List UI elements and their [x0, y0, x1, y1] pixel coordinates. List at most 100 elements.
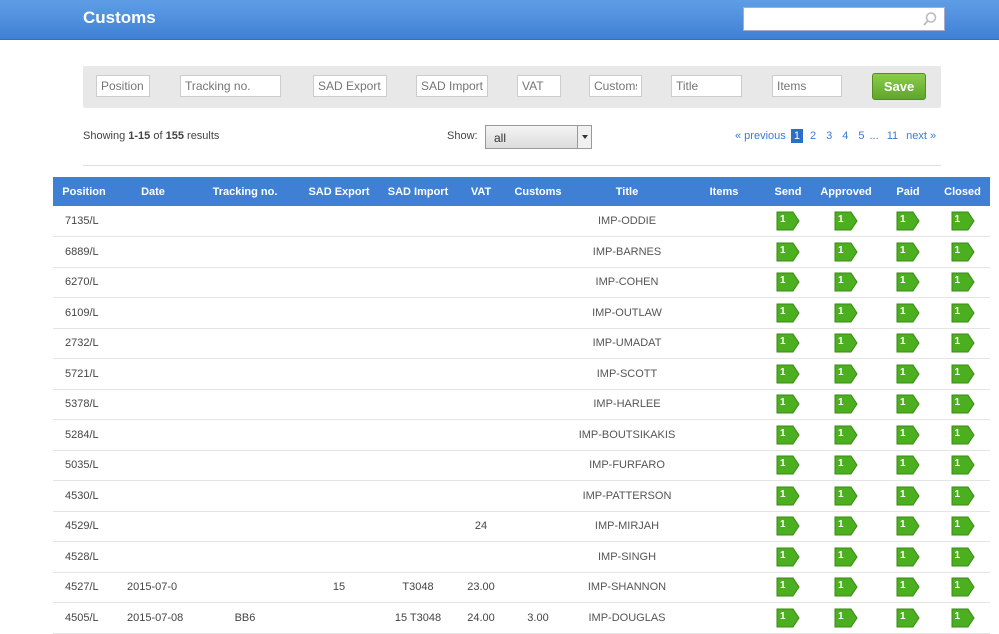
page-5[interactable]: 5	[855, 129, 867, 143]
page-3[interactable]: 3	[823, 129, 835, 143]
closed-flag-icon[interactable]: 1	[951, 394, 975, 414]
approved-flag-icon[interactable]: 1	[834, 272, 858, 292]
send-flag-icon[interactable]: 1	[776, 394, 800, 414]
paid-flag-icon[interactable]: 1	[896, 486, 920, 506]
send-flag-icon[interactable]: 1	[776, 486, 800, 506]
col-tracking[interactable]: Tracking no.	[191, 177, 299, 206]
paid-flag-icon[interactable]: 1	[896, 272, 920, 292]
pagination-next[interactable]: next »	[906, 130, 936, 142]
closed-flag-icon[interactable]: 1	[951, 577, 975, 597]
filter-sad-export[interactable]	[313, 75, 387, 97]
paid-flag-icon[interactable]: 1	[896, 577, 920, 597]
show-select[interactable]: all	[485, 125, 592, 149]
chevron-down-icon[interactable]	[577, 126, 591, 148]
filter-sad-import[interactable]	[416, 75, 488, 97]
closed-flag-icon[interactable]: 1	[951, 455, 975, 475]
filter-tracking[interactable]	[180, 75, 281, 97]
send-flag-icon[interactable]: 1	[776, 242, 800, 262]
send-flag-icon[interactable]: 1	[776, 608, 800, 628]
closed-flag-icon[interactable]: 1	[951, 303, 975, 323]
page-1[interactable]: 1	[790, 129, 803, 143]
closed-flag-icon[interactable]: 1	[951, 211, 975, 231]
col-title[interactable]: Title	[571, 177, 683, 206]
filter-items[interactable]	[772, 75, 842, 97]
approved-flag-icon[interactable]: 1	[834, 455, 858, 475]
col-customs[interactable]: Customs	[505, 177, 571, 206]
approved-flag-icon[interactable]: 1	[834, 547, 858, 567]
paid-flag-icon[interactable]: 1	[896, 547, 920, 567]
table-row[interactable]: 5284/L IMP-BOUTSIKAKIS 1 1 1 1	[53, 419, 990, 451]
table-row[interactable]: 4530/L IMP-PATTERSON 1 1 1 1	[53, 480, 990, 512]
approved-flag-icon[interactable]: 1	[834, 364, 858, 384]
table-row[interactable]: 2732/L IMP-UMADAT 1 1 1 1	[53, 328, 990, 359]
search-input[interactable]	[744, 8, 922, 30]
paid-flag-icon[interactable]: 1	[896, 455, 920, 475]
page-4[interactable]: 4	[839, 129, 851, 143]
send-flag-icon[interactable]: 1	[776, 516, 800, 536]
paid-flag-icon[interactable]: 1	[896, 516, 920, 536]
paid-flag-icon[interactable]: 1	[896, 608, 920, 628]
send-flag-icon[interactable]: 1	[776, 364, 800, 384]
pagination-previous[interactable]: « previous	[735, 130, 786, 142]
table-row[interactable]: 6270/L IMP-COHEN 1 1 1 1	[53, 267, 990, 298]
closed-flag-icon[interactable]: 1	[951, 242, 975, 262]
approved-flag-icon[interactable]: 1	[834, 425, 858, 445]
col-items[interactable]: Items	[683, 177, 765, 206]
paid-flag-icon[interactable]: 1	[896, 211, 920, 231]
approved-flag-icon[interactable]: 1	[834, 303, 858, 323]
col-sad-export[interactable]: SAD Export	[299, 177, 379, 206]
send-flag-icon[interactable]: 1	[776, 425, 800, 445]
send-flag-icon[interactable]: 1	[776, 547, 800, 567]
send-flag-icon[interactable]: 1	[776, 272, 800, 292]
closed-flag-icon[interactable]: 1	[951, 608, 975, 628]
table-row[interactable]: 6889/L IMP-BARNES 1 1 1 1	[53, 236, 990, 268]
table-row[interactable]: 4527/L 2015-07-0 15 T3048 23.00 IMP-SHANNON 1 1…	[53, 572, 990, 603]
closed-flag-icon[interactable]: 1	[951, 425, 975, 445]
col-closed[interactable]: Closed	[935, 177, 990, 206]
table-row[interactable]: 5721/L IMP-SCOTT 1 1 1 1	[53, 358, 990, 390]
table-row[interactable]: 4529/L 24 IMP-MIRJAH 1 1 1 1	[53, 511, 990, 542]
col-position[interactable]: Position	[53, 177, 115, 206]
paid-flag-icon[interactable]: 1	[896, 425, 920, 445]
paid-flag-icon[interactable]: 1	[896, 364, 920, 384]
closed-flag-icon[interactable]: 1	[951, 547, 975, 567]
table-row[interactable]: 4528/L IMP-SINGH 1 1 1 1	[53, 541, 990, 573]
approved-flag-icon[interactable]: 1	[834, 333, 858, 353]
approved-flag-icon[interactable]: 1	[834, 211, 858, 231]
send-flag-icon[interactable]: 1	[776, 211, 800, 231]
table-row[interactable]: 4505/L 2015-07-08 BB6 15 T3048 24.00 3.00 IMP-…	[53, 602, 990, 634]
paid-flag-icon[interactable]: 1	[896, 394, 920, 414]
approved-flag-icon[interactable]: 1	[834, 516, 858, 536]
approved-flag-icon[interactable]: 1	[834, 486, 858, 506]
closed-flag-icon[interactable]: 1	[951, 364, 975, 384]
col-approved[interactable]: Approved	[811, 177, 881, 206]
paid-flag-icon[interactable]: 1	[896, 303, 920, 323]
send-flag-icon[interactable]: 1	[776, 455, 800, 475]
table-row[interactable]: 5378/L IMP-HARLEE 1 1 1 1	[53, 389, 990, 420]
closed-flag-icon[interactable]: 1	[951, 333, 975, 353]
send-flag-icon[interactable]: 1	[776, 303, 800, 323]
send-flag-icon[interactable]: 1	[776, 577, 800, 597]
filter-position[interactable]	[96, 75, 150, 97]
closed-flag-icon[interactable]: 1	[951, 486, 975, 506]
approved-flag-icon[interactable]: 1	[834, 608, 858, 628]
approved-flag-icon[interactable]: 1	[834, 394, 858, 414]
send-flag-icon[interactable]: 1	[776, 333, 800, 353]
filter-vat[interactable]	[517, 75, 561, 97]
filter-customs[interactable]	[589, 75, 642, 97]
col-paid[interactable]: Paid	[881, 177, 935, 206]
table-row[interactable]: 5035/L IMP-FURFARO 1 1 1 1	[53, 450, 990, 481]
col-sad-import[interactable]: SAD Import	[379, 177, 457, 206]
page-2[interactable]: 2	[807, 129, 819, 143]
col-send[interactable]: Send	[765, 177, 811, 206]
search-icon[interactable]	[922, 11, 938, 27]
approved-flag-icon[interactable]: 1	[834, 242, 858, 262]
approved-flag-icon[interactable]: 1	[834, 577, 858, 597]
closed-flag-icon[interactable]: 1	[951, 272, 975, 292]
closed-flag-icon[interactable]: 1	[951, 516, 975, 536]
col-date[interactable]: Date	[115, 177, 191, 206]
search-box[interactable]	[743, 7, 945, 31]
col-vat[interactable]: VAT	[457, 177, 505, 206]
save-button[interactable]: Save	[872, 73, 926, 100]
table-row[interactable]: 7135/L IMP-ODDIE 1 1 1 1	[53, 206, 990, 237]
